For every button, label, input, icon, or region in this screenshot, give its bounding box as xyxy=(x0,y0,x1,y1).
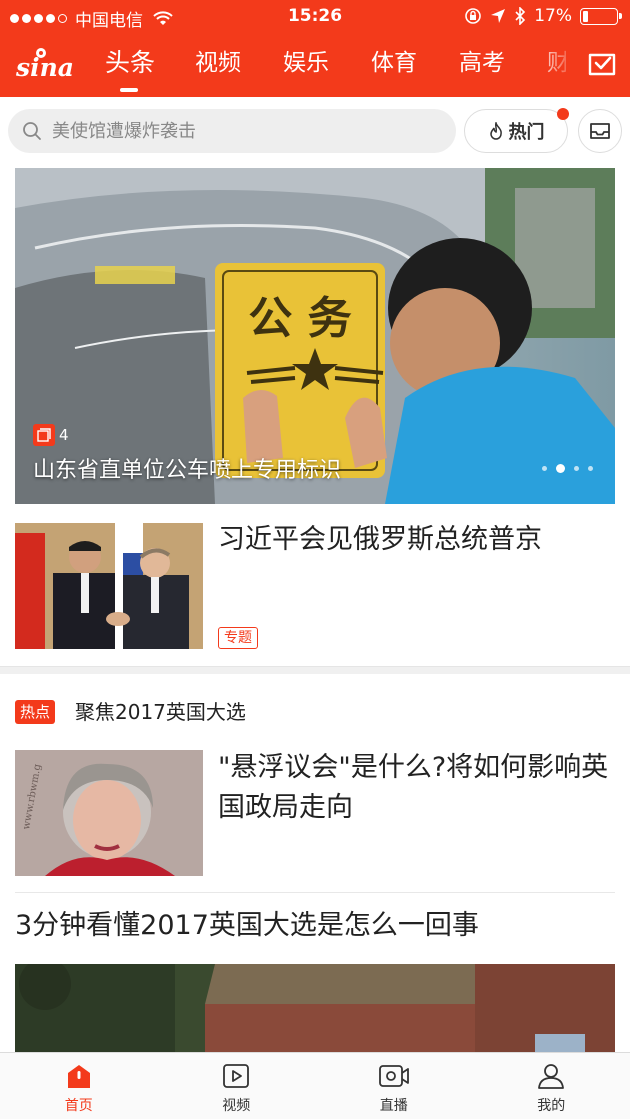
inbox-icon xyxy=(590,123,610,139)
tab-live[interactable]: 直播 xyxy=(315,1053,473,1119)
video-icon xyxy=(223,1064,250,1088)
tab-label: 直播 xyxy=(379,1098,408,1114)
notification-dot xyxy=(557,108,569,120)
hero-carousel[interactable]: 公 务 4 山东省直单位公车喷上专用标识 xyxy=(15,168,615,504)
location-arrow-icon xyxy=(491,9,506,23)
bottom-tab-bar: 首页 视频 直播 我的 xyxy=(0,1052,630,1119)
tab-label: 首页 xyxy=(64,1098,93,1114)
news-thumbnail: www.rbwm.g xyxy=(15,750,203,876)
news-image[interactable] xyxy=(15,964,615,1054)
tab-channel-4[interactable]: 高考 xyxy=(438,38,526,94)
logo-text: sina xyxy=(15,53,74,82)
hot-button[interactable]: 热门 xyxy=(464,108,569,153)
channel-tabs: 头条视频娱乐体育高考财经 xyxy=(86,38,566,94)
topic-tag: 专题 xyxy=(218,627,258,649)
tab-me[interactable]: 我的 xyxy=(473,1053,630,1119)
channel-manage-icon[interactable] xyxy=(584,46,620,82)
tab-channel-0[interactable]: 头条 xyxy=(86,38,174,94)
news-thumbnail xyxy=(15,523,203,649)
carousel-pager xyxy=(542,464,593,473)
plate-text: 公 务 xyxy=(248,293,351,344)
tab-label: 视频 xyxy=(222,1098,251,1114)
home-icon xyxy=(67,1065,90,1088)
search-icon xyxy=(23,122,41,140)
inbox-button[interactable] xyxy=(578,109,622,153)
status-bar: 中国电信 15:26 17% xyxy=(0,0,630,32)
hero-caption[interactable]: 山东省直单位公车喷上专用标识 xyxy=(33,452,341,484)
tabs-fade xyxy=(536,38,576,94)
news-title[interactable]: "悬浮议会"是什么?将如何影响英国政局走向 xyxy=(218,748,614,828)
tab-channel-3[interactable]: 体育 xyxy=(350,38,438,94)
battery-level-fill xyxy=(583,10,589,22)
item-divider xyxy=(15,892,615,893)
pager-dot xyxy=(588,466,593,471)
news-item[interactable]: www.rbwm.g "悬浮议会"是什么?将如何影响英国政局走向 xyxy=(0,748,630,878)
tab-label: 我的 xyxy=(537,1098,566,1114)
news-item[interactable]: 习近平会见俄罗斯总统普京 专题 xyxy=(0,520,630,660)
hot-topic-badge: 热点 xyxy=(15,700,56,724)
battery-icon xyxy=(580,7,622,25)
hot-label: 热门 xyxy=(508,122,545,143)
sina-logo[interactable]: sina xyxy=(14,44,74,84)
status-right: 17% xyxy=(464,6,622,26)
header-bar: 中国电信 15:26 17% sina 头条 视频 娱乐 体育 高考 xyxy=(0,0,630,97)
tab-channel-2[interactable]: 娱乐 xyxy=(262,38,350,94)
bluetooth-icon xyxy=(515,7,526,25)
tab-video[interactable]: 视频 xyxy=(158,1053,316,1119)
orientation-lock-icon xyxy=(465,8,482,24)
pager-dot xyxy=(556,464,565,473)
flame-icon xyxy=(489,122,502,140)
battery-percent: 17% xyxy=(534,6,572,26)
topic-header[interactable]: 热点 聚焦2017英国大选 xyxy=(0,690,630,734)
app-root: 中国电信 15:26 17% sina 头条 视频 娱乐 体育 高考 美使馆遭爆… xyxy=(0,0,630,1119)
search-row: 热门 xyxy=(0,97,630,165)
pager-dot xyxy=(574,466,579,471)
topic-title: 聚焦2017英国大选 xyxy=(75,700,246,724)
person-icon xyxy=(538,1064,565,1089)
image-count-badge: 4 xyxy=(33,424,69,446)
pager-dot xyxy=(542,466,547,471)
search-box[interactable] xyxy=(8,109,456,153)
tab-home[interactable]: 首页 xyxy=(0,1053,158,1119)
section-divider xyxy=(0,666,630,674)
image-count: 4 xyxy=(59,426,69,444)
live-camera-icon xyxy=(378,1065,409,1087)
search-input[interactable] xyxy=(52,120,432,142)
gallery-icon xyxy=(33,424,55,446)
news-title[interactable]: 3分钟看懂2017英国大选是怎么一回事 xyxy=(15,906,479,946)
tab-channel-1[interactable]: 视频 xyxy=(174,38,262,94)
channel-nav: sina 头条视频娱乐体育高考财经 xyxy=(0,38,630,94)
news-title[interactable]: 习近平会见俄罗斯总统普京 xyxy=(218,520,614,560)
